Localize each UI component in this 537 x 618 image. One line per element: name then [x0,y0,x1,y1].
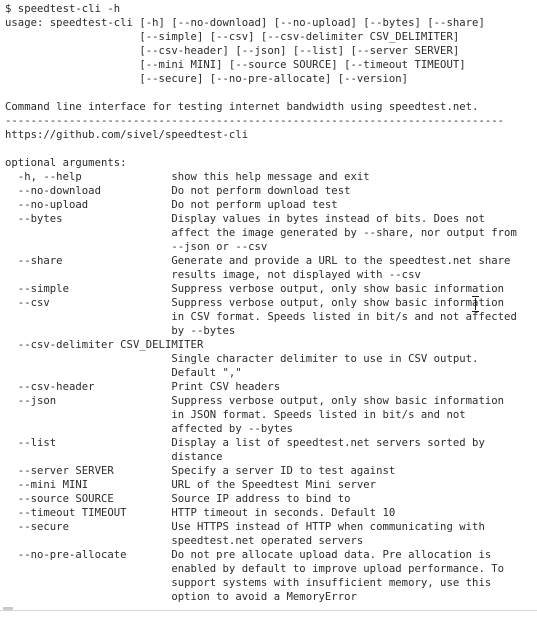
horizontal-scrollbar-nub[interactable] [3,607,13,610]
console-output: $ speedtest-cli -h usage: speedtest-cli … [5,3,517,603]
window-bottom-divider [0,610,537,611]
terminal-window[interactable]: $ speedtest-cli -h usage: speedtest-cli … [0,0,537,618]
